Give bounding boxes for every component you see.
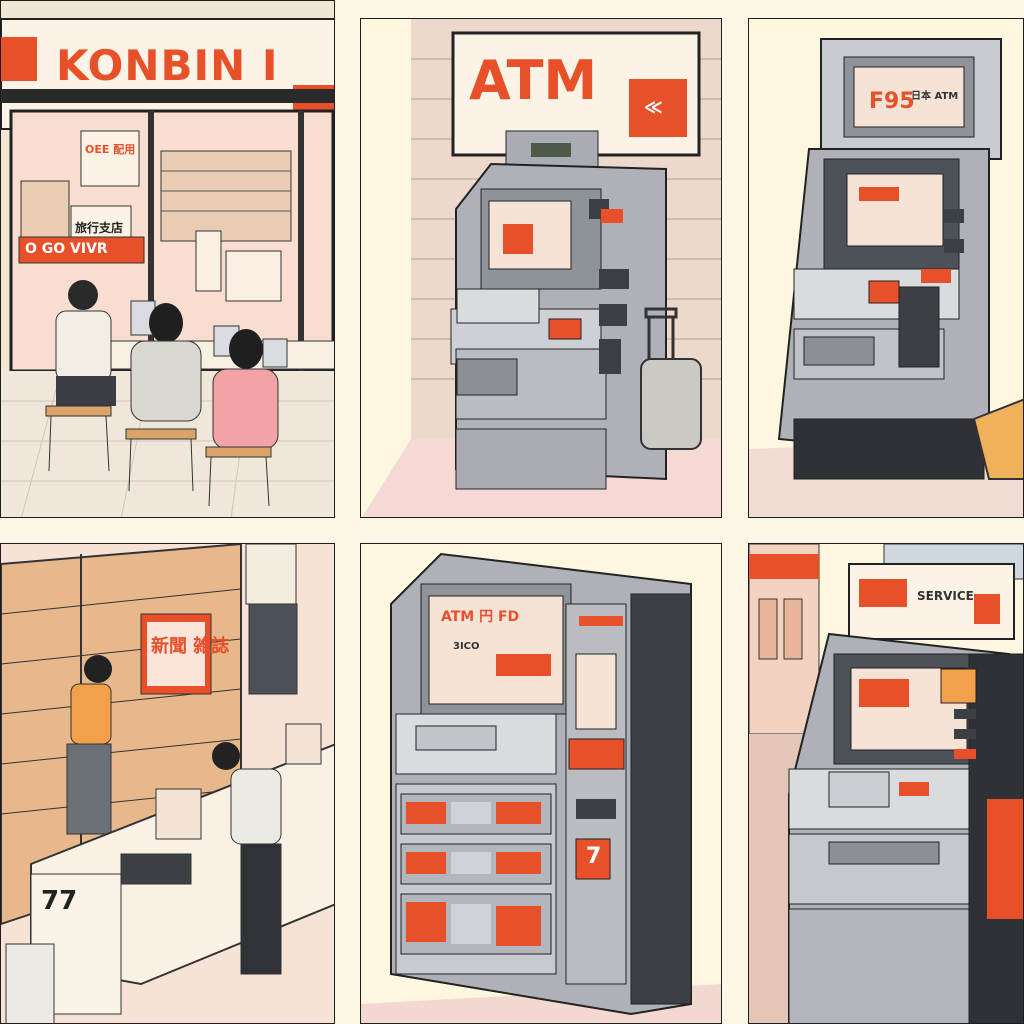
poster-top-text: ОЕЕ 配用 [85, 143, 136, 156]
atm-shelf-illustration [361, 544, 721, 1023]
atm-machine [450, 130, 667, 490]
customer-standing [245, 544, 298, 695]
atm-keypad[interactable] [456, 288, 540, 324]
atm-sign-text: ATM [469, 49, 598, 112]
counter-sign-text: 77 [41, 886, 78, 916]
panel-atm-wall: ATM ≪ [360, 18, 722, 518]
atm-shelf-keypad[interactable] [415, 725, 497, 751]
kiosk-cash-slot[interactable] [803, 336, 875, 366]
atm-shelf-card-slot[interactable] [568, 738, 625, 770]
panel-atm-shop: SERVICE [748, 543, 1024, 1024]
atm-shop-cash-slot[interactable] [828, 841, 940, 865]
atm-shelf-screen-header: ATM 円 FD [441, 609, 520, 625]
panel-atm-shelf: ATM 円 FD 3ICO 7 [360, 543, 722, 1024]
shelf-sign-text: 新聞 雑誌 [151, 636, 230, 657]
kiosk-top-screen-caption: 日本 ATM [911, 91, 959, 102]
panel-atm-kiosk: F95 日本 ATM [748, 18, 1024, 518]
atm-shop-keypad[interactable] [828, 771, 890, 808]
kiosk-top-screen-text: F95 [869, 89, 915, 114]
store-interior-illustration [1, 544, 334, 1023]
kiosk-main-screen[interactable] [846, 173, 944, 247]
store-sign-text: KONBIN I [56, 41, 279, 90]
atm-sign-mark: ≪ [644, 97, 663, 118]
window-banner-text: O GO VIVR [25, 241, 108, 257]
atm-shelf-side-logo: 7 [586, 844, 602, 869]
cash-dispenser[interactable] [456, 358, 518, 396]
panel-store-interior: 新聞 雑誌 77 [0, 543, 335, 1024]
atm-card-slot[interactable] [548, 318, 582, 340]
atm-shelf-machine [390, 552, 692, 1016]
register [120, 853, 192, 885]
poster-mid-text: 旅行支店 [75, 221, 124, 235]
atm-shop-top-sign: SERVICE [917, 589, 974, 603]
kiosk-card-reader[interactable] [898, 286, 940, 368]
atm-shop-illustration [749, 544, 1023, 1023]
panel-storefront: KONBIN I O GO VIVR ОЕЕ 配用 旅行支店 [0, 0, 335, 518]
brochure-rack [400, 793, 552, 955]
atm-shelf-screen-line: 3ICO [453, 641, 480, 652]
